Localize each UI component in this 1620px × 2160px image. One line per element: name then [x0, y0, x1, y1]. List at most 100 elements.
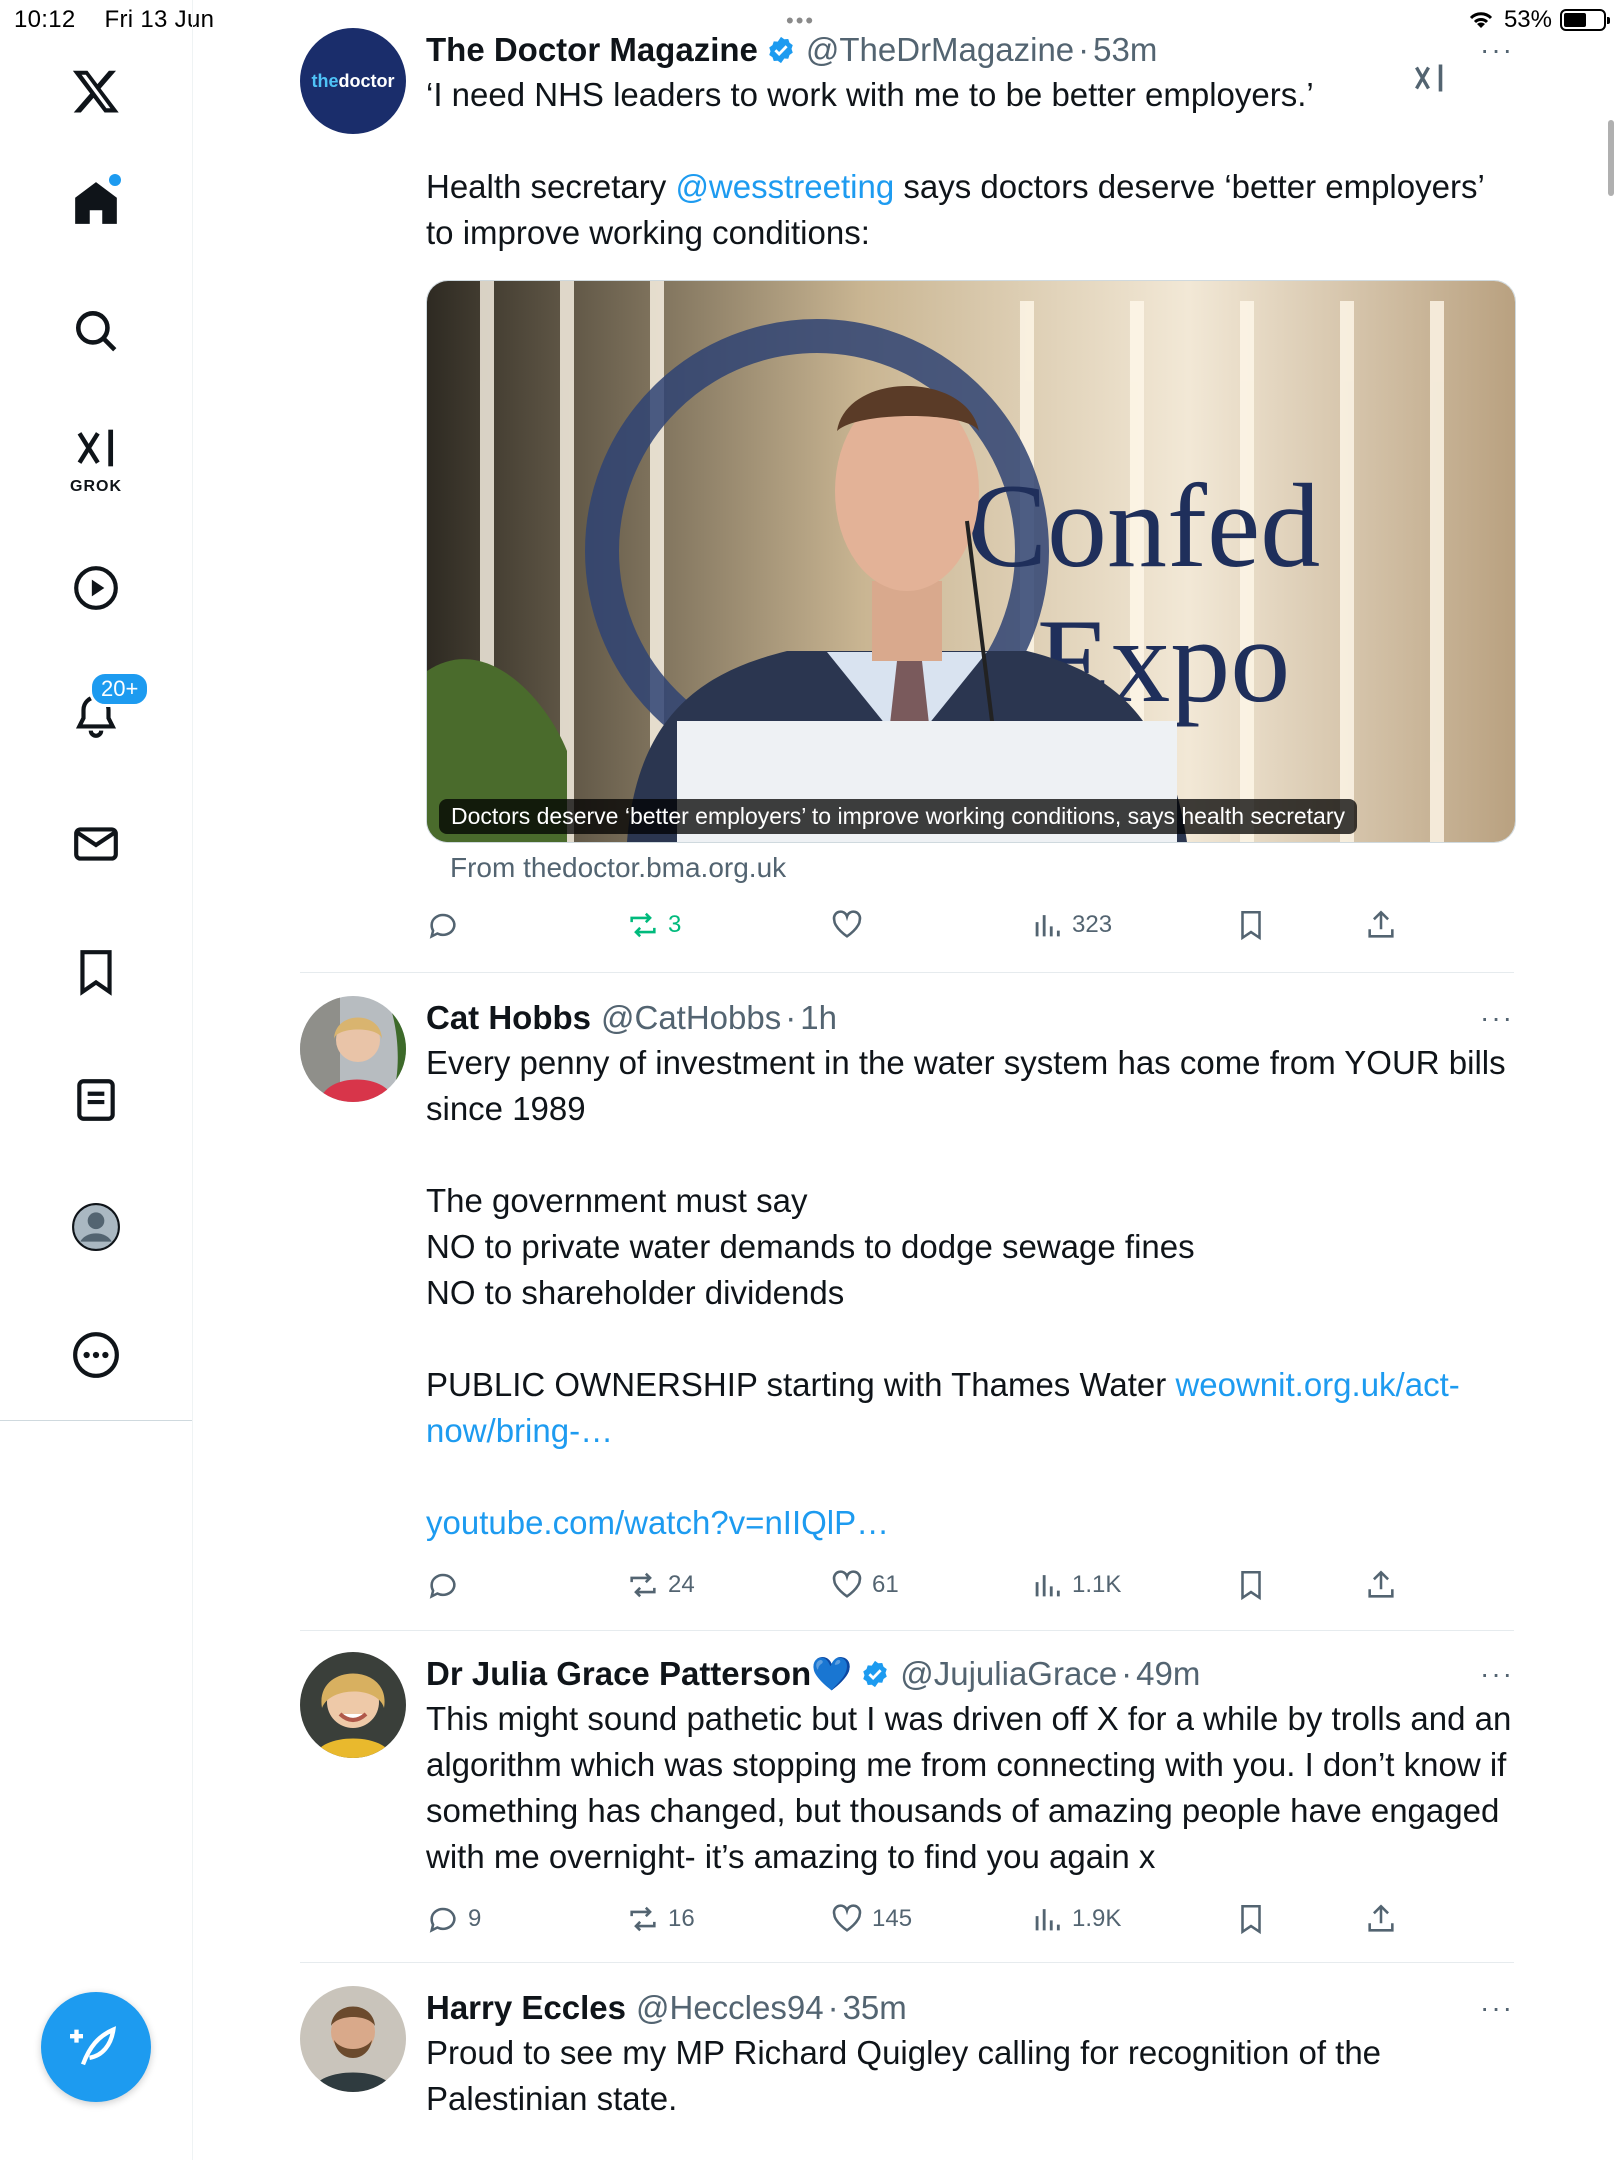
bookmark-button[interactable] — [1234, 908, 1276, 942]
tweet-time[interactable]: 35m — [843, 1986, 907, 2030]
tweet-divider — [300, 1962, 1514, 1963]
blue-heart-emoji: 💙 — [811, 1655, 853, 1692]
author-handle[interactable]: @TheDrMagazine — [806, 28, 1074, 72]
author-handle[interactable]: @JujuliaGrace — [900, 1652, 1117, 1696]
link-card-source[interactable]: From thedoctor.bma.org.uk — [450, 852, 786, 884]
bookmark-icon — [1241, 1904, 1261, 1935]
like-button[interactable]: 145 — [830, 1902, 912, 1936]
view-count: 1.9K — [1072, 1905, 1122, 1932]
view-count: 1.1K — [1072, 1571, 1122, 1598]
tweet[interactable]: Harry Eccles @Heccles94 · 35m ··· Proud … — [300, 1986, 1514, 2160]
more-options-icon[interactable]: ··· — [1480, 1002, 1514, 1034]
tweet-time[interactable]: 1h — [800, 996, 837, 1040]
repost-button[interactable]: 24 — [626, 1568, 695, 1602]
sign-text: Confed — [967, 459, 1320, 592]
repost-button[interactable]: 16 — [626, 1902, 695, 1936]
tweet[interactable]: thedoctor The Doctor Magazine @TheDrMaga… — [300, 28, 1516, 972]
bookmark-icon[interactable] — [55, 931, 137, 1013]
author-name[interactable]: Harry Eccles — [426, 1986, 626, 2030]
x-logo-icon[interactable] — [55, 50, 137, 132]
bookmark-icon — [1241, 1570, 1261, 1601]
reply-count: 9 — [468, 1905, 482, 1932]
separator-dot: · — [1078, 31, 1090, 68]
share-upload-icon — [1368, 1904, 1394, 1932]
more-options-icon[interactable]: ··· — [1480, 1658, 1514, 1690]
reply-button[interactable] — [426, 1568, 468, 1602]
compose-post-button[interactable] — [41, 1992, 151, 2102]
views-button[interactable]: 1.9K — [1030, 1902, 1121, 1936]
share-upload-icon — [1368, 1570, 1394, 1598]
messages-envelope-icon[interactable] — [55, 803, 137, 885]
avatar-logo-text-2: doctor — [338, 70, 395, 91]
tweet-body: Harry Eccles @Heccles94 · 35m ··· Proud … — [426, 1986, 1514, 2122]
feather-plus-icon — [70, 2026, 117, 2066]
tweet-divider — [300, 972, 1514, 973]
views-bar-icon — [1035, 915, 1060, 937]
speaker-photo: Confed Expo — [427, 281, 1515, 842]
heart-icon — [832, 1570, 862, 1598]
tweet-text: Health secretary @wesstreeting says doct… — [426, 164, 1514, 256]
scrollbar[interactable] — [1608, 120, 1614, 196]
bookmark-button[interactable] — [1234, 1568, 1276, 1602]
youtube-link[interactable]: youtube.com/watch?v=nIIQlP… — [426, 1504, 889, 1541]
like-button[interactable] — [830, 908, 872, 942]
mention-link[interactable]: @wesstreeting — [675, 168, 894, 205]
notifications-bell-icon[interactable]: 20+ — [55, 671, 151, 757]
reply-button[interactable]: 9 — [426, 1902, 481, 1936]
tweet[interactable]: Cat Hobbs @CatHobbs · 1h ··· Every penny… — [300, 996, 1514, 1626]
tweet[interactable]: Dr Julia Grace Patterson 💙 @JujuliaGrace… — [300, 1652, 1514, 1962]
tweet-text-main: Every penny of investment in the water s… — [426, 1044, 1506, 1403]
grok-explain-icon[interactable] — [1412, 60, 1448, 101]
share-button[interactable] — [1364, 1902, 1406, 1936]
reply-icon — [429, 1573, 456, 1599]
more-options-icon[interactable] — [55, 1314, 137, 1396]
link-card-image[interactable]: Confed Expo Doctors deserve ‘better empl… — [426, 280, 1516, 843]
grok-label: GROK — [70, 478, 122, 495]
views-bar-icon — [1035, 1575, 1060, 1597]
reply-icon — [429, 1907, 456, 1933]
views-button[interactable]: 1.1K — [1030, 1568, 1121, 1602]
tweet-text: Every penny of investment in the water s… — [426, 1040, 1514, 1546]
repost-icon — [630, 1906, 656, 1932]
profile-avatar-icon[interactable] — [55, 1186, 137, 1268]
like-button[interactable]: 61 — [830, 1568, 899, 1602]
share-button[interactable] — [1364, 908, 1406, 942]
avatar[interactable] — [300, 1986, 406, 2092]
avatar[interactable]: thedoctor — [300, 28, 406, 134]
reply-button[interactable] — [426, 908, 468, 942]
more-options-icon[interactable]: ··· — [1480, 34, 1514, 66]
tweet-body: Dr Julia Grace Patterson 💙 @JujuliaGrace… — [426, 1652, 1514, 1880]
tweet-divider — [300, 1630, 1514, 1631]
author-handle[interactable]: @CatHobbs — [601, 996, 781, 1040]
avatar-logo-text: the — [311, 70, 339, 91]
grok-nav-item[interactable]: GROK — [55, 416, 137, 498]
tweet-header: Dr Julia Grace Patterson 💙 @JujuliaGrace… — [426, 1652, 1514, 1696]
notifications-badge: 20+ — [89, 671, 151, 707]
tweet-body: Cat Hobbs @CatHobbs · 1h ··· Every penny… — [426, 996, 1514, 1546]
author-name[interactable]: The Doctor Magazine — [426, 28, 758, 72]
share-button[interactable] — [1364, 1568, 1406, 1602]
video-icon[interactable] — [55, 547, 137, 629]
avatar[interactable] — [300, 996, 406, 1102]
verified-badge-icon — [863, 1660, 887, 1688]
sidebar-divider — [0, 1420, 192, 1421]
repost-button[interactable]: 3 — [626, 908, 681, 942]
avatar[interactable] — [300, 1652, 406, 1758]
author-handle[interactable]: @Heccles94 — [636, 1986, 824, 2030]
more-options-icon[interactable]: ··· — [1480, 1992, 1514, 2024]
author-name[interactable]: Cat Hobbs — [426, 996, 591, 1040]
tweet-time[interactable]: 49m — [1136, 1652, 1200, 1696]
bookmark-button[interactable] — [1234, 1902, 1276, 1936]
tweet-actions: 3 323 — [426, 908, 1426, 952]
search-icon[interactable] — [55, 290, 137, 372]
home-icon[interactable] — [55, 162, 137, 244]
share-upload-icon — [1368, 910, 1394, 938]
reply-icon — [429, 913, 456, 939]
tweet-time[interactable]: 53m — [1093, 28, 1157, 72]
heart-icon — [832, 910, 862, 938]
like-count: 61 — [872, 1571, 899, 1598]
tweet-actions: 24 61 1.1K — [426, 1568, 1426, 1612]
lists-icon[interactable] — [55, 1059, 137, 1141]
author-name[interactable]: Dr Julia Grace Patterson — [426, 1652, 811, 1696]
views-button[interactable]: 323 — [1030, 908, 1112, 942]
